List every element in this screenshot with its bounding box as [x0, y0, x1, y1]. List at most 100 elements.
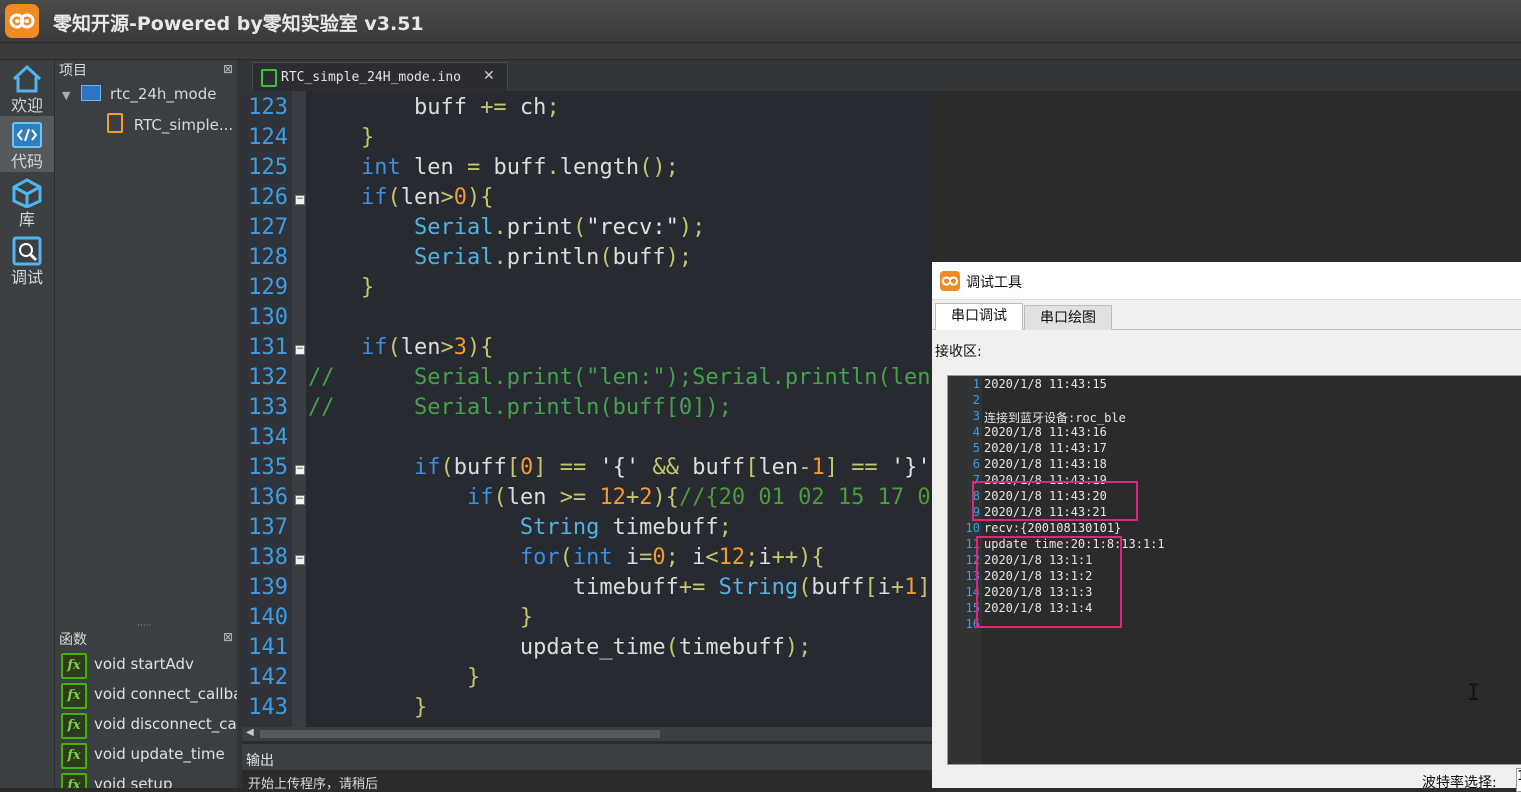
- line-number: 129: [248, 275, 288, 300]
- functions-panel-close-icon[interactable]: ⊠: [223, 630, 233, 644]
- receive-line-number: 4: [972, 425, 980, 439]
- activity-label-code: 代码: [10, 152, 43, 171]
- fold-toggle-icon[interactable]: −: [295, 195, 305, 205]
- function-label: void update_time: [94, 745, 225, 763]
- receive-line: 2020/1/8 11:43:18: [984, 457, 1107, 471]
- editor-horizontal-scrollbar[interactable]: ◀: [242, 727, 932, 741]
- scroll-thumb[interactable]: [260, 730, 660, 738]
- code-line: String timebuff;: [519, 515, 732, 540]
- expand-arrow-icon: ▼: [62, 89, 71, 102]
- project-panel-close-icon[interactable]: ⊠: [223, 62, 233, 76]
- code-line: }: [413, 695, 428, 720]
- tab-close-icon[interactable]: ✕: [483, 68, 495, 84]
- project-panel-title: 项目: [59, 63, 87, 79]
- line-number: 124: [248, 125, 288, 150]
- project-tree-file[interactable]: RTC_simple...: [107, 113, 233, 134]
- function-item[interactable]: fx void connect_callba: [55, 680, 237, 710]
- baud-rate-label: 波特率选择:: [1422, 775, 1497, 791]
- code-line: update_time(timebuff);: [308, 635, 812, 660]
- output-panel-title: 输出: [246, 753, 274, 769]
- line-number: 130: [248, 305, 288, 330]
- function-item[interactable]: fx void startAdv: [55, 650, 237, 680]
- line-number: 128: [248, 245, 288, 270]
- tab-serial-plot[interactable]: 串口绘图: [1024, 305, 1112, 330]
- line-number: 138: [248, 545, 288, 570]
- code-line: }: [466, 665, 481, 690]
- activity-code[interactable]: 代码: [0, 116, 54, 172]
- activity-library[interactable]: 库: [0, 174, 54, 230]
- fold-toggle-icon[interactable]: −: [295, 345, 305, 355]
- function-label: void startAdv: [94, 655, 194, 673]
- function-item[interactable]: fx void disconnect_cal: [55, 710, 237, 740]
- debug-tool-logo-icon: [940, 271, 960, 291]
- function-icon: fx: [61, 683, 87, 709]
- fold-toggle-icon[interactable]: −: [295, 495, 305, 505]
- code-line: timebuff+= String(buff[i+1]);: [308, 575, 932, 600]
- line-number: 135: [248, 455, 288, 480]
- line-number: 143: [248, 695, 288, 720]
- fold-toggle-icon[interactable]: −: [295, 465, 305, 475]
- function-item[interactable]: fx void setup: [55, 770, 237, 788]
- code-line: // Serial.println(buff[0]);: [308, 395, 732, 420]
- line-number: 125: [248, 155, 288, 180]
- debug-icon: [12, 236, 42, 266]
- receive-line: 2020/1/8 11:43:17: [984, 441, 1107, 455]
- debug-tool-window: 调试工具 串口调试 串口绘图 接收区: 1 2020/1/8 11:43:15 …: [932, 262, 1521, 792]
- project-icon: [81, 85, 102, 101]
- code-line: int len = buff.length();: [360, 155, 679, 180]
- receive-line-number: 10: [965, 521, 980, 535]
- receive-line: recv:{200108130101}: [984, 521, 1122, 535]
- code-line: }: [519, 605, 534, 630]
- save-file-icon: [261, 69, 277, 87]
- title-bar: 零知开源-Powered by零知实验室 v3.51: [0, 0, 1521, 43]
- function-icon: fx: [61, 713, 87, 739]
- code-line: // Serial.print("len:");Serial.println(l…: [308, 365, 932, 390]
- line-number: 132: [248, 365, 288, 390]
- fold-toggle-icon[interactable]: −: [295, 555, 305, 565]
- code-line: }: [360, 125, 375, 150]
- code-line: if(buff[0] == '{' && buff[len-1] == '}')…: [413, 455, 932, 480]
- line-number-gutter: 123 124 125 126 127 128 129 130 131 132 133 134 135 1…: [242, 91, 292, 727]
- functions-panel: 函数 ⊠ fx void startAdv fx void connect_ca…: [55, 628, 237, 788]
- code-line: if(len>0){: [360, 185, 494, 210]
- editor-tab-label: RTC_simple_24H_mode.ino: [281, 70, 462, 85]
- baud-rate-select[interactable]: 1: [1516, 768, 1521, 792]
- code-editor[interactable]: buff += ch; } int len = buff.length(); i…: [306, 91, 932, 727]
- activity-debug[interactable]: 调试: [0, 232, 54, 288]
- function-label: void setup: [94, 775, 173, 788]
- project-tree-root[interactable]: ▼ rtc_24h_mode: [62, 85, 216, 103]
- output-panel: 输出 开始上传程序，请稍后: [242, 744, 932, 792]
- line-number: 140: [248, 605, 288, 630]
- activity-label-welcome: 欢迎: [10, 96, 43, 115]
- receive-line: 2020/1/8 11:43:15: [984, 377, 1107, 391]
- debug-tool-titlebar[interactable]: 调试工具: [932, 262, 1521, 300]
- output-text: 开始上传程序，请稍后: [248, 777, 379, 792]
- receive-area[interactable]: 1 2020/1/8 11:43:15 2 3 连接到蓝牙设备:roc_ble …: [947, 375, 1521, 765]
- activity-label-library: 库: [18, 210, 35, 229]
- file-icon: [107, 113, 123, 133]
- line-number: 133: [248, 395, 288, 420]
- app-title: 零知开源-Powered by零知实验室 v3.51: [53, 13, 424, 35]
- fold-margin: − − − − −: [292, 91, 306, 727]
- activity-label-debug: 调试: [10, 268, 43, 287]
- output-console[interactable]: 开始上传程序，请稍后: [242, 770, 932, 792]
- scroll-left-icon[interactable]: ◀: [246, 727, 254, 738]
- activity-welcome[interactable]: 欢迎: [0, 60, 54, 116]
- code-icon: [12, 122, 42, 148]
- line-number: 136: [248, 485, 288, 510]
- code-line: for(int i=0; i<12;i++){: [519, 545, 825, 570]
- code-line: buff += ch;: [308, 95, 560, 120]
- line-number: 141: [248, 635, 288, 660]
- tab-serial-debug[interactable]: 串口调试: [935, 303, 1023, 330]
- editor-tab[interactable]: RTC_simple_24H_mode.ino ✕: [252, 62, 508, 92]
- app-logo: [5, 4, 39, 38]
- function-item[interactable]: fx void update_time: [55, 740, 237, 770]
- receive-line-number: 5: [972, 441, 980, 455]
- line-number: 127: [248, 215, 288, 240]
- function-icon: fx: [61, 653, 87, 679]
- line-number: 139: [248, 575, 288, 600]
- line-number: 137: [248, 515, 288, 540]
- code-line: if(len >= 12+2){//{20 01 02 15 17 01}: [466, 485, 932, 510]
- function-label: void disconnect_cal: [94, 715, 237, 733]
- project-name: rtc_24h_mode: [110, 85, 217, 103]
